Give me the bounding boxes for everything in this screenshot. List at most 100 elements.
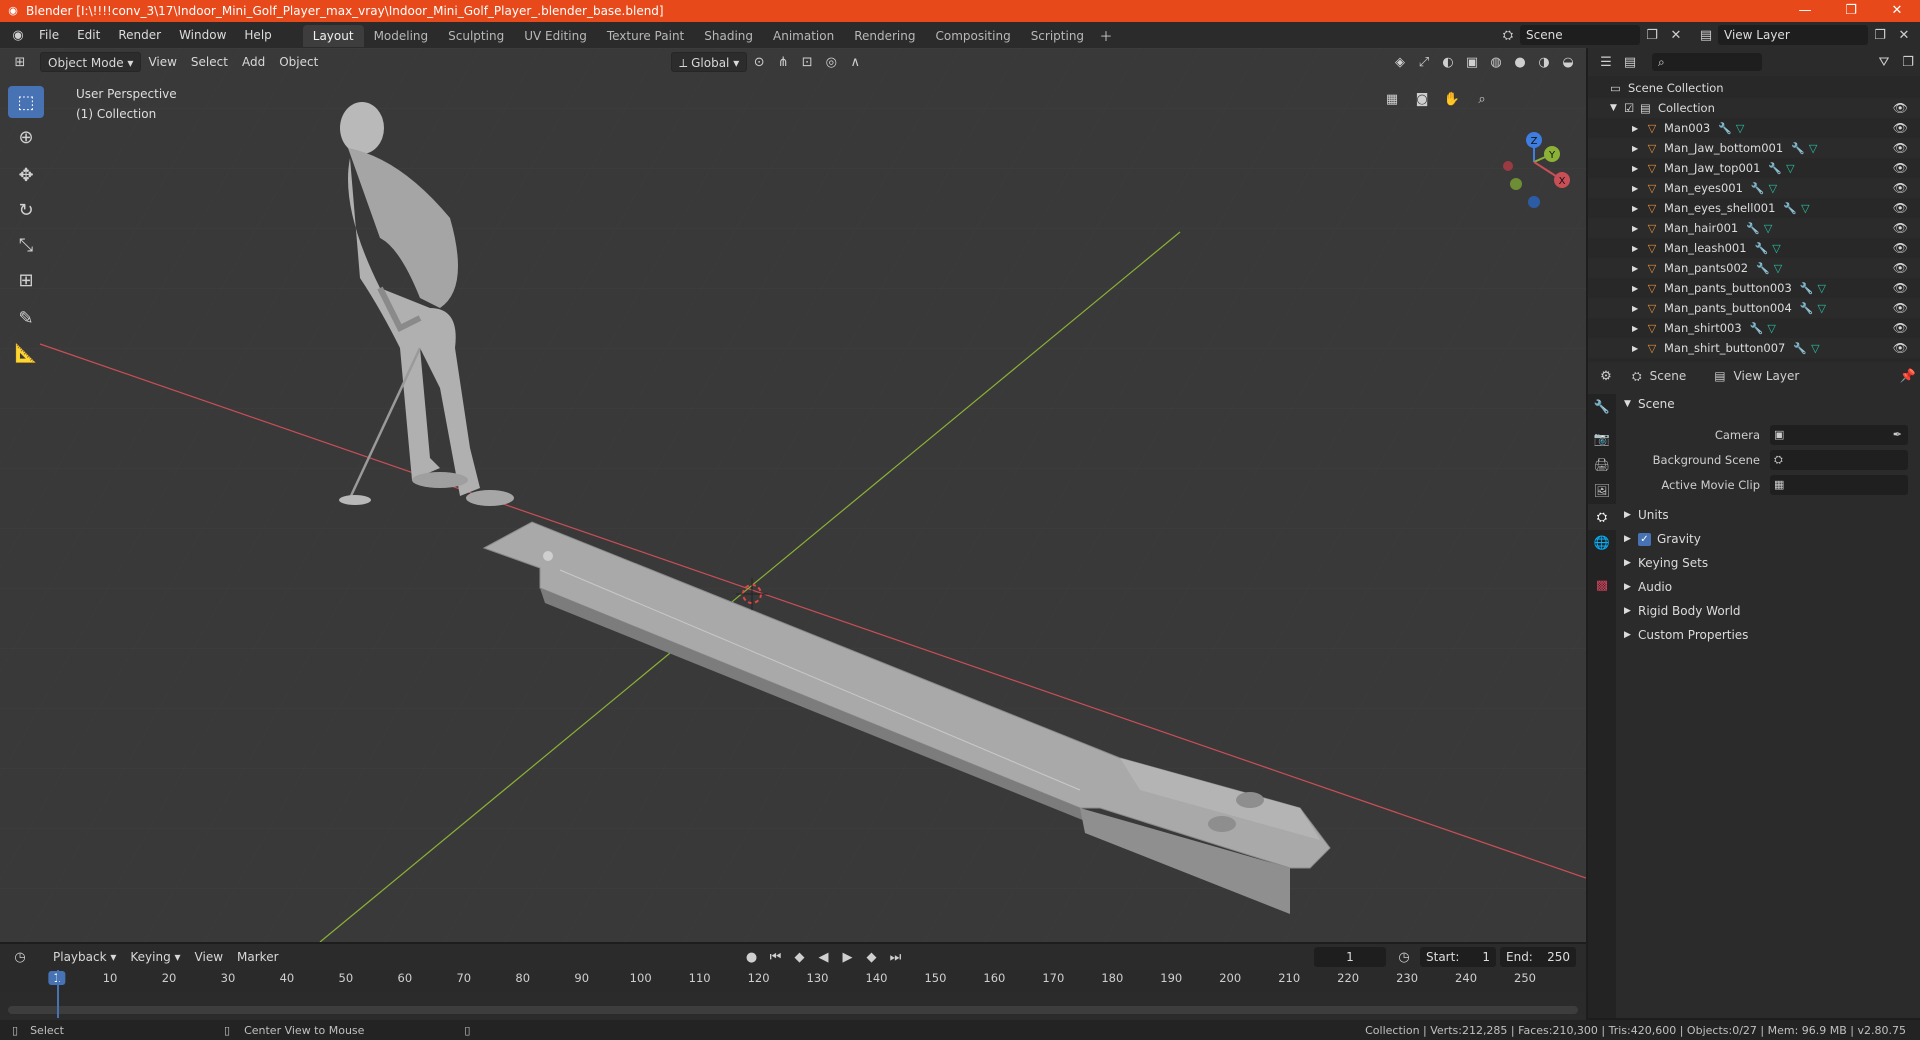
play-icon[interactable]: ▶ (836, 946, 860, 968)
end-frame-field[interactable]: End: 250 (1500, 947, 1576, 967)
editor-type-icon[interactable]: ⊞ (8, 51, 32, 73)
visibility-eye-icon[interactable]: 👁 (1893, 341, 1908, 355)
outliner-item[interactable]: ▶ ▽ Man_leash001 🔧 ▽ 👁 (1588, 238, 1920, 258)
playback-menu[interactable]: Playback ▾ (46, 947, 123, 967)
camera-field[interactable]: ▣ ✒ (1770, 424, 1908, 445)
modifier-wrench-icon[interactable]: 🔧 (1751, 182, 1765, 195)
mesh-data-icon[interactable]: ▽ (1817, 282, 1825, 295)
expand-arrow-icon[interactable]: ▶ (1632, 184, 1644, 193)
menu-file[interactable]: File (30, 22, 68, 48)
viewport-menu-view[interactable]: View (141, 52, 183, 72)
visibility-eye-icon[interactable]: 👁 (1893, 261, 1908, 275)
object-mode-dropdown[interactable]: Object Mode ▾ (40, 52, 142, 72)
modifier-wrench-icon[interactable]: 🔧 (1783, 202, 1797, 215)
expand-arrow-icon[interactable]: ▶ (1632, 344, 1644, 353)
expand-arrow-icon[interactable]: ▶ (1632, 284, 1644, 293)
current-frame-field[interactable]: 1 (1314, 947, 1386, 967)
modifier-wrench-icon[interactable]: 🔧 (1750, 322, 1764, 335)
visibility-eye-icon[interactable]: 👁 (1893, 221, 1908, 235)
tab-scripting[interactable]: Scripting (1021, 25, 1094, 47)
cursor-tool-icon[interactable]: ⊕ (8, 121, 44, 153)
scene-selector-icon[interactable]: ⛭ (1496, 24, 1520, 46)
outliner-item[interactable]: ▶ ▽ Man_hair001 🔧 ▽ 👁 (1588, 218, 1920, 238)
viewport-menu-add[interactable]: Add (235, 52, 272, 72)
filter-icon[interactable]: ⛛ (1872, 51, 1896, 73)
close-button[interactable]: ✕ (1874, 0, 1920, 22)
visibility-eye-icon[interactable]: 👁 (1893, 201, 1908, 215)
tab-animation[interactable]: Animation (763, 25, 844, 47)
modifier-wrench-icon[interactable]: 🔧 (1718, 122, 1732, 135)
viewport-menu-object[interactable]: Object (272, 52, 325, 72)
gravity-checkbox[interactable]: ✓ (1638, 532, 1651, 546)
outliner-item[interactable]: ▶ ▽ Man_shirt003 🔧 ▽ 👁 (1588, 318, 1920, 338)
grid-view-icon[interactable]: ▦ (1380, 88, 1404, 110)
rotate-tool-icon[interactable]: ↻ (8, 194, 44, 226)
new-scene-icon[interactable]: ❐ (1640, 24, 1664, 46)
mesh-data-icon[interactable]: ▽ (1767, 322, 1775, 335)
snap-icon[interactable]: ⋔ (771, 51, 795, 73)
mesh-data-icon[interactable]: ▽ (1786, 162, 1794, 175)
view-layer-breadcrumb[interactable]: View Layer (1734, 369, 1800, 383)
keying-sets-section[interactable]: ▶ Keying Sets (1624, 551, 1914, 575)
outliner-search-input[interactable]: ⌕ (1652, 53, 1762, 71)
audio-section[interactable]: ▶ Audio (1624, 575, 1914, 599)
expand-arrow-icon[interactable]: ▼ (1610, 103, 1624, 113)
mesh-data-icon[interactable]: ▽ (1764, 222, 1772, 235)
modifier-wrench-icon[interactable]: 🔧 (1768, 162, 1782, 175)
gizmo-toggle-icon[interactable]: ⤢ (1412, 51, 1436, 73)
tab-layout[interactable]: Layout (302, 25, 364, 47)
checkbox-icon[interactable]: ☑ (1624, 101, 1640, 115)
expand-arrow-icon[interactable]: ▶ (1632, 164, 1644, 173)
visibility-eye-icon[interactable]: 👁 (1893, 161, 1908, 175)
frame-ruler[interactable]: 1102030405060708090100110120130140150160… (0, 970, 1586, 992)
minimize-button[interactable]: — (1782, 0, 1828, 22)
overlay-icon[interactable]: ◐ (1436, 51, 1460, 73)
blender-menu-icon[interactable]: ◉ (6, 24, 30, 46)
tool-tab-icon[interactable]: 🔧 (1588, 394, 1616, 420)
scale-tool-icon[interactable]: ⤡ (8, 229, 44, 261)
timeline-track-area[interactable] (0, 992, 1586, 1020)
modifier-wrench-icon[interactable]: 🔧 (1756, 262, 1770, 275)
mesh-data-icon[interactable]: ▽ (1809, 142, 1817, 155)
view-layer-field[interactable]: View Layer (1718, 25, 1868, 45)
expand-arrow-icon[interactable]: ▶ (1632, 324, 1644, 333)
view-layer-icon[interactable]: ▤ (1694, 24, 1718, 46)
new-view-layer-icon[interactable]: ❐ (1868, 24, 1892, 46)
visibility-eye-icon[interactable]: 👁 (1893, 321, 1908, 335)
jump-keyframe-back-icon[interactable]: ◆ (788, 946, 812, 968)
outliner-item[interactable]: ▶ ▽ Man_Jaw_bottom001 🔧 ▽ 👁 (1588, 138, 1920, 158)
record-icon[interactable]: ● (740, 946, 764, 968)
delete-view-layer-icon[interactable]: ✕ (1892, 24, 1916, 46)
scene-collection-row[interactable]: ▭ Scene Collection (1588, 78, 1920, 98)
preview-range-icon[interactable]: ◷ (1392, 946, 1416, 968)
jump-keyframe-forward-icon[interactable]: ◆ (860, 946, 884, 968)
expand-arrow-icon[interactable]: ▶ (1632, 304, 1644, 313)
mesh-data-icon[interactable]: ▽ (1801, 202, 1809, 215)
shading-rendered-icon[interactable]: ◒ (1556, 51, 1580, 73)
shading-solid-icon[interactable]: ● (1508, 51, 1532, 73)
outliner-item[interactable]: ▶ ▽ Man003 🔧 ▽ 👁 (1588, 118, 1920, 138)
tab-compositing[interactable]: Compositing (925, 25, 1020, 47)
outliner-item[interactable]: ▶ ▽ Man_Jaw_top001 🔧 ▽ 👁 (1588, 158, 1920, 178)
start-frame-field[interactable]: Start: 1 (1420, 947, 1496, 967)
tab-shading[interactable]: Shading (694, 25, 763, 47)
timeline-scrollbar[interactable] (8, 1006, 1578, 1014)
select-box-tool-icon[interactable]: ⬚ (8, 86, 44, 118)
units-section[interactable]: ▶ Units (1624, 503, 1914, 527)
new-collection-icon[interactable]: ❐ (1896, 51, 1920, 73)
viewport-menu-select[interactable]: Select (184, 52, 235, 72)
3d-viewport[interactable]: Z Y X User Perspective (1) Collection ▦ … (0, 48, 1586, 942)
visibility-eye-icon[interactable]: 👁 (1893, 241, 1908, 255)
expand-arrow-icon[interactable]: ▶ (1632, 124, 1644, 133)
menu-edit[interactable]: Edit (68, 22, 109, 48)
delete-scene-icon[interactable]: ✕ (1664, 24, 1688, 46)
modifier-wrench-icon[interactable]: 🔧 (1800, 282, 1814, 295)
properties-editor-type-icon[interactable]: ⚙ (1594, 365, 1618, 387)
visibility-eye-icon[interactable]: 👁 (1893, 101, 1908, 115)
transform-tool-icon[interactable]: ⊞ (8, 264, 44, 296)
modifier-wrench-icon[interactable]: 🔧 (1800, 302, 1814, 315)
scene-tab-icon[interactable]: ⛭ (1588, 504, 1616, 530)
zoom-icon[interactable]: ⌕ (1470, 88, 1494, 110)
proportional-edit-icon[interactable]: ◎ (819, 51, 843, 73)
modifier-wrench-icon[interactable]: 🔧 (1746, 222, 1760, 235)
